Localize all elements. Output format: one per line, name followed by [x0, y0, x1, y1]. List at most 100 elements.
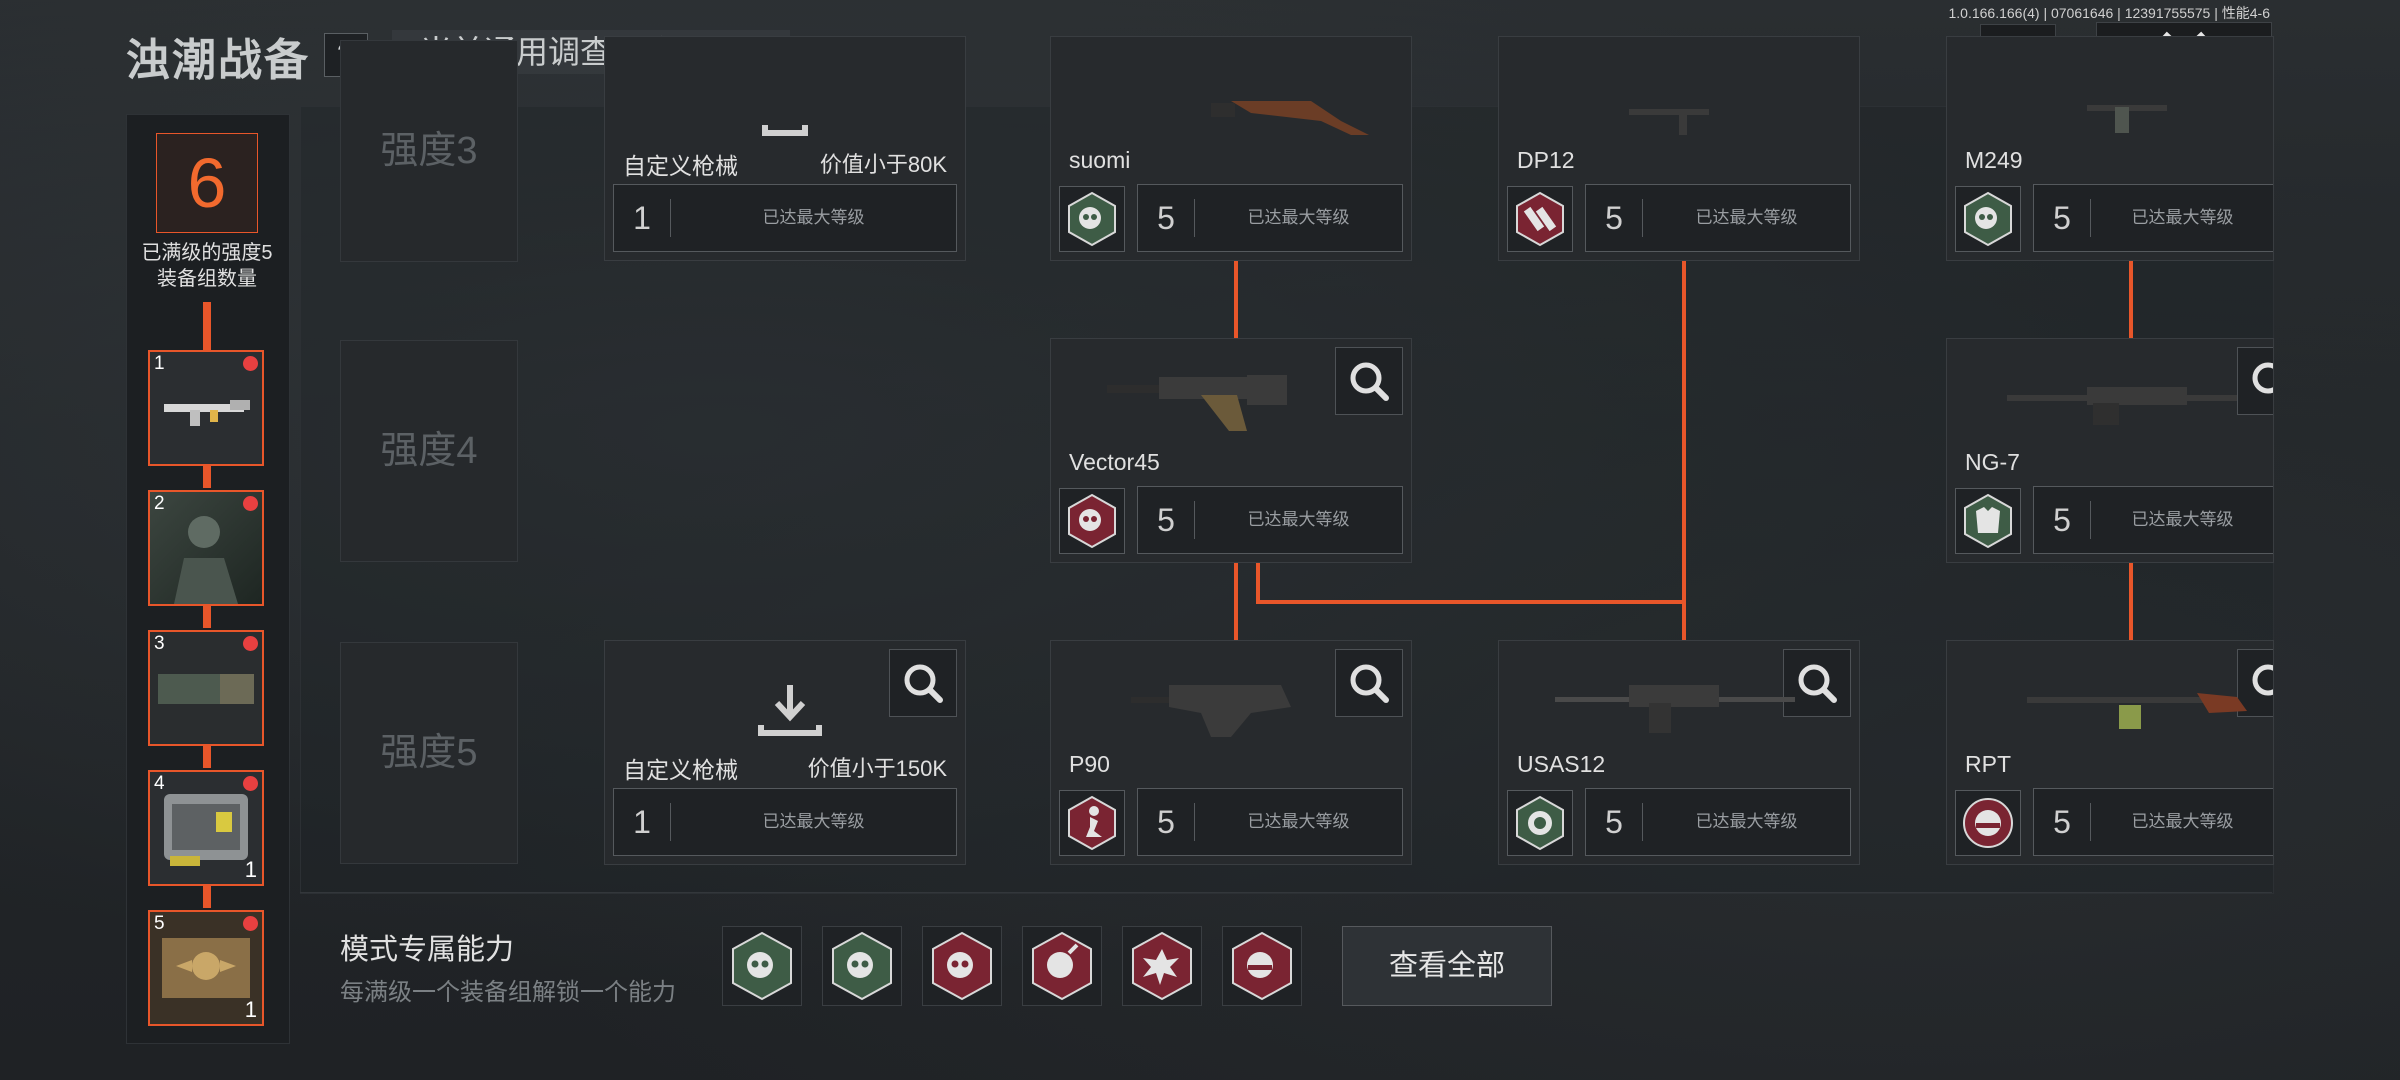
equipment-card[interactable]: Vector45 5 已达最大等级 — [1050, 338, 1412, 563]
divider — [300, 892, 2272, 893]
ability-badge — [1059, 186, 1125, 252]
card-name: Vector45 — [1069, 449, 1160, 475]
equipment-card[interactable]: RPT 5 已达最大等级 — [1946, 640, 2274, 865]
reward-slot[interactable]: 4 1 — [148, 770, 264, 886]
abilities-title: 模式专属能力 — [340, 934, 515, 966]
ability-icon[interactable] — [1122, 926, 1202, 1006]
card-name: suomi — [1069, 147, 1131, 173]
skull-knife-icon — [1032, 931, 1092, 1001]
explosion-icon — [1132, 931, 1192, 1001]
level-status: 已达最大等级 — [2131, 510, 2234, 529]
ability-icon[interactable] — [1022, 926, 1102, 1006]
card-value-limit: 价值小于80K — [819, 152, 947, 177]
notification-dot — [243, 356, 258, 371]
tree-connector — [1682, 258, 1686, 642]
level-number: 5 — [2053, 804, 2071, 840]
level-number: 5 — [1605, 200, 1623, 236]
card-name: DP12 — [1517, 147, 1575, 173]
level-number: 5 — [2053, 200, 2071, 236]
ability-icon[interactable] — [1222, 926, 1302, 1006]
magnifier-icon — [904, 664, 943, 703]
ability-badge — [1955, 790, 2021, 856]
level-status-bar: 1 已达最大等级 — [613, 184, 957, 252]
level-status-bar: 5 已达最大等级 — [2033, 486, 2273, 554]
card-name: 自定义枪械 — [623, 757, 738, 783]
notification-dot — [243, 636, 258, 651]
equipment-card[interactable]: suomi 5 已达最大等级 — [1050, 36, 1412, 261]
helmet-up-icon — [1232, 931, 1292, 1001]
reward-connector — [203, 886, 211, 908]
equipment-card[interactable]: 自定义枪械 价值小于150K 1 已达最大等级 — [604, 640, 966, 865]
level-number: 5 — [1157, 200, 1175, 236]
tree-connector — [1256, 600, 1686, 604]
rpt-icon — [2027, 693, 2247, 729]
equipment-card[interactable]: USAS12 5 已达最大等级 — [1498, 640, 1860, 865]
smg-icon — [1211, 101, 1369, 135]
armor-badge-icon — [1964, 493, 2012, 549]
card-name: P90 — [1069, 751, 1110, 777]
page-title: 浊潮战备 — [126, 36, 310, 85]
reward-number: 3 — [154, 633, 165, 654]
reward-slot[interactable]: 1 — [148, 350, 264, 466]
view-all-button[interactable]: 查看全部 — [1342, 926, 1552, 1006]
level-status: 已达最大等级 — [762, 812, 865, 831]
level-status: 已达最大等级 — [2131, 208, 2234, 227]
skull-badge-icon — [1964, 191, 2012, 247]
level-status: 已达最大等级 — [1247, 812, 1350, 831]
tree-connector — [1256, 560, 1260, 604]
reward-slot[interactable]: 2 — [148, 490, 264, 606]
ability-icon[interactable] — [922, 926, 1002, 1006]
reward-quantity: 1 — [244, 997, 257, 1022]
ammo-badge-icon — [1516, 191, 1564, 247]
level-number: 1 — [633, 200, 651, 236]
reward-slot[interactable]: 5 1 — [148, 910, 264, 1026]
equipment-card[interactable]: 自定义枪械 价值小于80K 1 已达最大等级 — [604, 36, 966, 261]
reward-connector — [203, 746, 211, 768]
level-status: 已达最大等级 — [1247, 510, 1350, 529]
shield-badge-icon — [1516, 795, 1564, 851]
download-icon — [762, 125, 808, 136]
skull-up-icon — [932, 931, 992, 1001]
level-label: 强度4 — [340, 340, 518, 562]
shotgun-icon — [1629, 109, 1709, 135]
runner-badge-icon — [1068, 795, 1116, 851]
equipment-card[interactable]: DP12 5 已达最大等级 — [1498, 36, 1860, 261]
tree-connector — [2129, 258, 2133, 340]
ability-icon[interactable] — [722, 926, 802, 1006]
level-status: 已达最大等级 — [1695, 208, 1798, 227]
inspect-button[interactable] — [889, 649, 957, 717]
ability-badge — [1059, 790, 1125, 856]
tree-connector — [2129, 560, 2133, 642]
ability-badge — [1507, 790, 1573, 856]
ng7-machine-gun-icon — [2007, 387, 2237, 425]
level-status: 已达最大等级 — [2131, 812, 2234, 831]
p90-icon — [1131, 685, 1291, 737]
reward-number: 1 — [154, 353, 165, 374]
version-text: 1.0.166.166(4) | 07061646 | 12391755575 … — [1948, 5, 2271, 21]
ability-badge — [1955, 186, 2021, 252]
equipment-card[interactable]: NG-7 5 已达最大等级 — [1946, 338, 2274, 563]
equipment-card[interactable]: M249 5 已达最大等级 — [1946, 36, 2274, 261]
reward-slot[interactable]: 3 — [148, 630, 264, 746]
skull-badge-icon — [1068, 191, 1116, 247]
skull-plus-icon — [832, 931, 892, 1001]
reward-number: 2 — [154, 493, 165, 514]
level-label: 强度3 — [340, 40, 518, 262]
card-name: USAS12 — [1517, 751, 1606, 777]
equipment-card[interactable]: P90 5 已达最大等级 — [1050, 640, 1412, 865]
level-status-bar: 5 已达最大等级 — [1137, 788, 1403, 856]
card-name: RPT — [1965, 751, 2011, 777]
notification-dot — [243, 916, 258, 931]
usas12-icon — [1555, 685, 1795, 733]
level-status: 已达最大等级 — [1695, 812, 1798, 831]
level-status-bar: 5 已达最大等级 — [1585, 788, 1851, 856]
ability-icon[interactable] — [822, 926, 902, 1006]
level-status-bar: 1 已达最大等级 — [613, 788, 957, 856]
level-number: 1 — [633, 804, 651, 840]
tree-connector — [1234, 258, 1238, 340]
skull-bolt-icon — [732, 931, 792, 1001]
maxed-count: 6 — [156, 133, 258, 233]
card-value-limit: 价值小于150K — [807, 756, 947, 781]
level-status: 已达最大等级 — [1247, 208, 1350, 227]
level-status-bar: 5 已达最大等级 — [1585, 184, 1851, 252]
